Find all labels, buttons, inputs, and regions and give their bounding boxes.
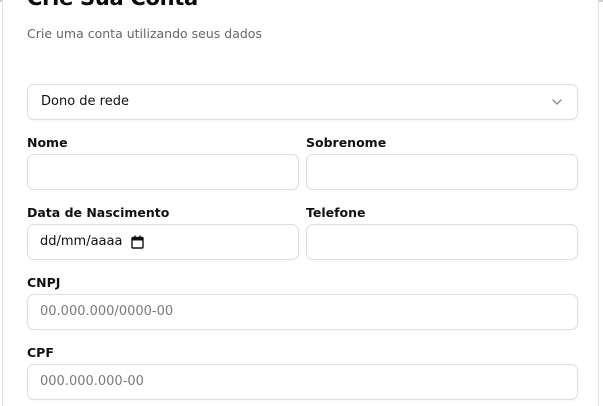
cpf-input[interactable]: 000.000.000-00 bbox=[27, 364, 578, 400]
cpf-label: CPF bbox=[27, 345, 54, 360]
signup-card: Crie Sua Conta Crie uma conta utilizando… bbox=[2, 0, 599, 406]
nome-input[interactable] bbox=[27, 154, 299, 190]
cnpj-label: CNPJ bbox=[27, 275, 61, 290]
calendar-icon[interactable] bbox=[131, 235, 144, 249]
sobrenome-input[interactable] bbox=[306, 154, 578, 190]
account-type-select[interactable]: Dono de rede bbox=[27, 84, 578, 120]
account-type-value: Dono de rede bbox=[41, 94, 129, 109]
telefone-input[interactable] bbox=[306, 224, 578, 260]
data-nascimento-value: dd/mm/aaaa bbox=[40, 234, 123, 249]
telefone-label: Telefone bbox=[306, 205, 366, 220]
data-nascimento-input[interactable]: dd/mm/aaaa bbox=[27, 224, 299, 260]
nome-label: Nome bbox=[27, 135, 68, 150]
sobrenome-label: Sobrenome bbox=[306, 135, 387, 150]
cnpj-input[interactable]: 00.000.000/0000-00 bbox=[27, 294, 578, 330]
cnpj-placeholder: 00.000.000/0000-00 bbox=[40, 304, 174, 319]
page-subtitle: Crie uma conta utilizando seus dados bbox=[27, 26, 262, 41]
cpf-placeholder: 000.000.000-00 bbox=[40, 374, 144, 389]
chevron-down-icon bbox=[552, 99, 562, 105]
page-title: Crie Sua Conta bbox=[27, 0, 198, 10]
data-nascimento-label: Data de Nascimento bbox=[27, 205, 170, 220]
